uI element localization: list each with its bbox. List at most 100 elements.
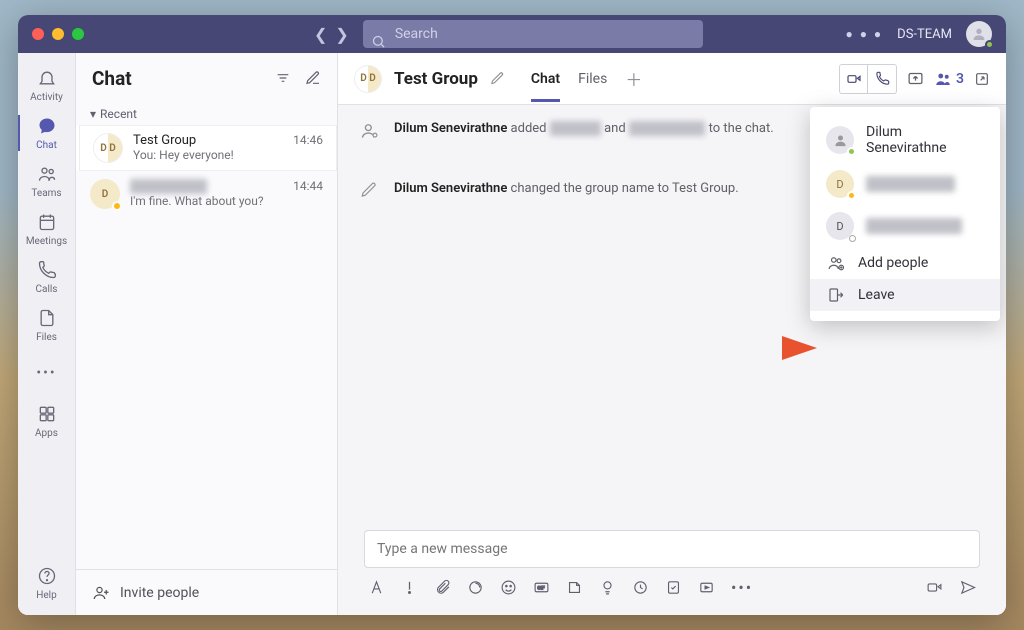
tab-files[interactable]: Files (578, 57, 607, 101)
back-icon[interactable]: ❮ (314, 25, 327, 44)
user-avatar-icon (826, 126, 854, 154)
rail-activity[interactable]: Activity (18, 61, 75, 109)
presence-offline-icon (849, 235, 856, 242)
gif-icon[interactable]: GIF (533, 579, 550, 596)
sys-actor: Dilum Senevirathne (394, 181, 507, 196)
chat-icon (36, 115, 58, 137)
compose-area: GIF ••• (338, 520, 1006, 615)
new-chat-icon[interactable] (305, 70, 321, 86)
titlebar: ❮ ❯ ● ● ● DS-TEAM (18, 15, 1006, 53)
rail-teams[interactable]: Teams (18, 157, 75, 205)
calendar-icon (36, 211, 58, 233)
edit-name-icon[interactable] (490, 71, 505, 86)
popover-member[interactable]: Dilum Senevirathne (810, 117, 1000, 163)
rail-label: Teams (31, 188, 61, 199)
message-input[interactable] (377, 541, 967, 557)
priority-icon[interactable] (401, 579, 418, 596)
presence-away-icon (112, 201, 122, 211)
leave-icon (826, 286, 846, 304)
rail-calls[interactable]: Calls (18, 253, 75, 301)
recent-label: Recent (100, 107, 137, 121)
group-title[interactable]: Test Group (394, 69, 478, 89)
maximize-window-icon[interactable] (72, 28, 84, 40)
search-field[interactable] (363, 20, 703, 48)
add-tab-icon[interactable]: ＋ (625, 66, 642, 91)
leave-button[interactable]: Leave (810, 279, 1000, 311)
rail-label: Help (36, 590, 56, 601)
send-icon[interactable] (959, 579, 976, 596)
leave-label: Leave (858, 287, 895, 303)
file-icon (36, 307, 58, 329)
rail-more[interactable]: ••• (18, 349, 75, 397)
rail-label: Activity (30, 92, 63, 103)
audio-call-icon[interactable] (868, 65, 896, 93)
minimize-window-icon[interactable] (52, 28, 64, 40)
people-icon (934, 70, 952, 88)
compose-box[interactable] (364, 530, 980, 568)
phone-icon (36, 259, 58, 281)
invite-people-button[interactable]: Invite people (76, 569, 337, 615)
chat-list-item[interactable]: D D Test Group 14:46 You: Hey everyone! (76, 125, 337, 171)
rail-meetings[interactable]: Meetings (18, 205, 75, 253)
format-icon[interactable] (368, 579, 385, 596)
profile-avatar[interactable] (966, 21, 992, 47)
share-screen-icon[interactable] (907, 70, 924, 87)
chat-item-preview: I'm fine. What about you? (130, 194, 323, 208)
approval-icon[interactable] (665, 579, 682, 596)
participants-button[interactable]: 3 (934, 70, 964, 88)
chat-list-panel: Chat ▾ Recent D D Test Group 14:46 You: … (76, 53, 338, 615)
rail-chat[interactable]: Chat (18, 109, 75, 157)
add-people-button[interactable]: Add people (810, 247, 1000, 279)
bell-icon (36, 67, 58, 89)
org-name[interactable]: DS-TEAM (897, 27, 952, 42)
rail-label: Calls (36, 284, 58, 295)
chat-item-name: Name Name (130, 179, 207, 194)
popover-member[interactable]: D Name N Name (810, 205, 1000, 247)
sys-actor: Dilum Senevirathne (394, 121, 507, 136)
filter-icon[interactable] (275, 70, 291, 86)
attach-icon[interactable] (434, 579, 451, 596)
participants-popover: Dilum Senevirathne D Name Name : D Name … (810, 107, 1000, 321)
recent-header[interactable]: ▾ Recent (76, 103, 337, 125)
chat-list-title: Chat (92, 67, 132, 90)
ellipsis-icon: ••• (36, 362, 58, 384)
tab-chat[interactable]: Chat (531, 57, 560, 101)
rail-label: Files (36, 332, 57, 343)
compose-toolbar: GIF ••• (364, 568, 980, 597)
sticker-icon[interactable] (566, 579, 583, 596)
popover-member[interactable]: D Name Name : (810, 163, 1000, 205)
more-actions-icon[interactable]: ••• (731, 578, 753, 597)
history-nav: ❮ ❯ (314, 25, 349, 44)
rail-help[interactable]: Help (18, 559, 75, 607)
svg-text:GIF: GIF (537, 586, 545, 592)
schedule-icon[interactable] (632, 579, 649, 596)
app-window: ❮ ❯ ● ● ● DS-TEAM Activity (18, 15, 1006, 615)
loop-icon[interactable] (467, 579, 484, 596)
add-people-label: Add people (858, 255, 928, 271)
user-avatar-icon: D (826, 170, 854, 198)
chat-item-time: 14:44 (293, 179, 323, 194)
more-options-icon[interactable]: ● ● ● (845, 27, 883, 41)
bulb-icon[interactable] (599, 579, 616, 596)
left-rail: Activity Chat Teams Meetings Calls Files (18, 53, 76, 615)
meet-now-icon[interactable] (926, 579, 943, 596)
search-input[interactable] (395, 20, 693, 48)
chat-list-header: Chat (76, 53, 337, 103)
popout-icon[interactable] (974, 71, 990, 87)
rail-label: Meetings (26, 236, 67, 247)
rail-label: Chat (36, 140, 57, 151)
rail-files[interactable]: Files (18, 301, 75, 349)
chat-item-preview: You: Hey everyone! (133, 148, 323, 162)
group-avatar-icon: D D (93, 133, 123, 163)
close-window-icon[interactable] (32, 28, 44, 40)
rail-apps[interactable]: Apps (18, 397, 75, 445)
forward-icon[interactable]: ❯ (335, 25, 348, 44)
emoji-icon[interactable] (500, 579, 517, 596)
presence-away-icon (847, 191, 856, 200)
video-call-icon[interactable] (840, 65, 868, 93)
user-avatar-icon: D (826, 212, 854, 240)
stream-icon[interactable] (698, 579, 715, 596)
chat-list-item[interactable]: D Name Name 14:44 I'm fine. What about y… (76, 171, 337, 217)
chat-header: D D Test Group Chat Files ＋ 3 (338, 53, 1006, 105)
teams-icon (36, 163, 58, 185)
